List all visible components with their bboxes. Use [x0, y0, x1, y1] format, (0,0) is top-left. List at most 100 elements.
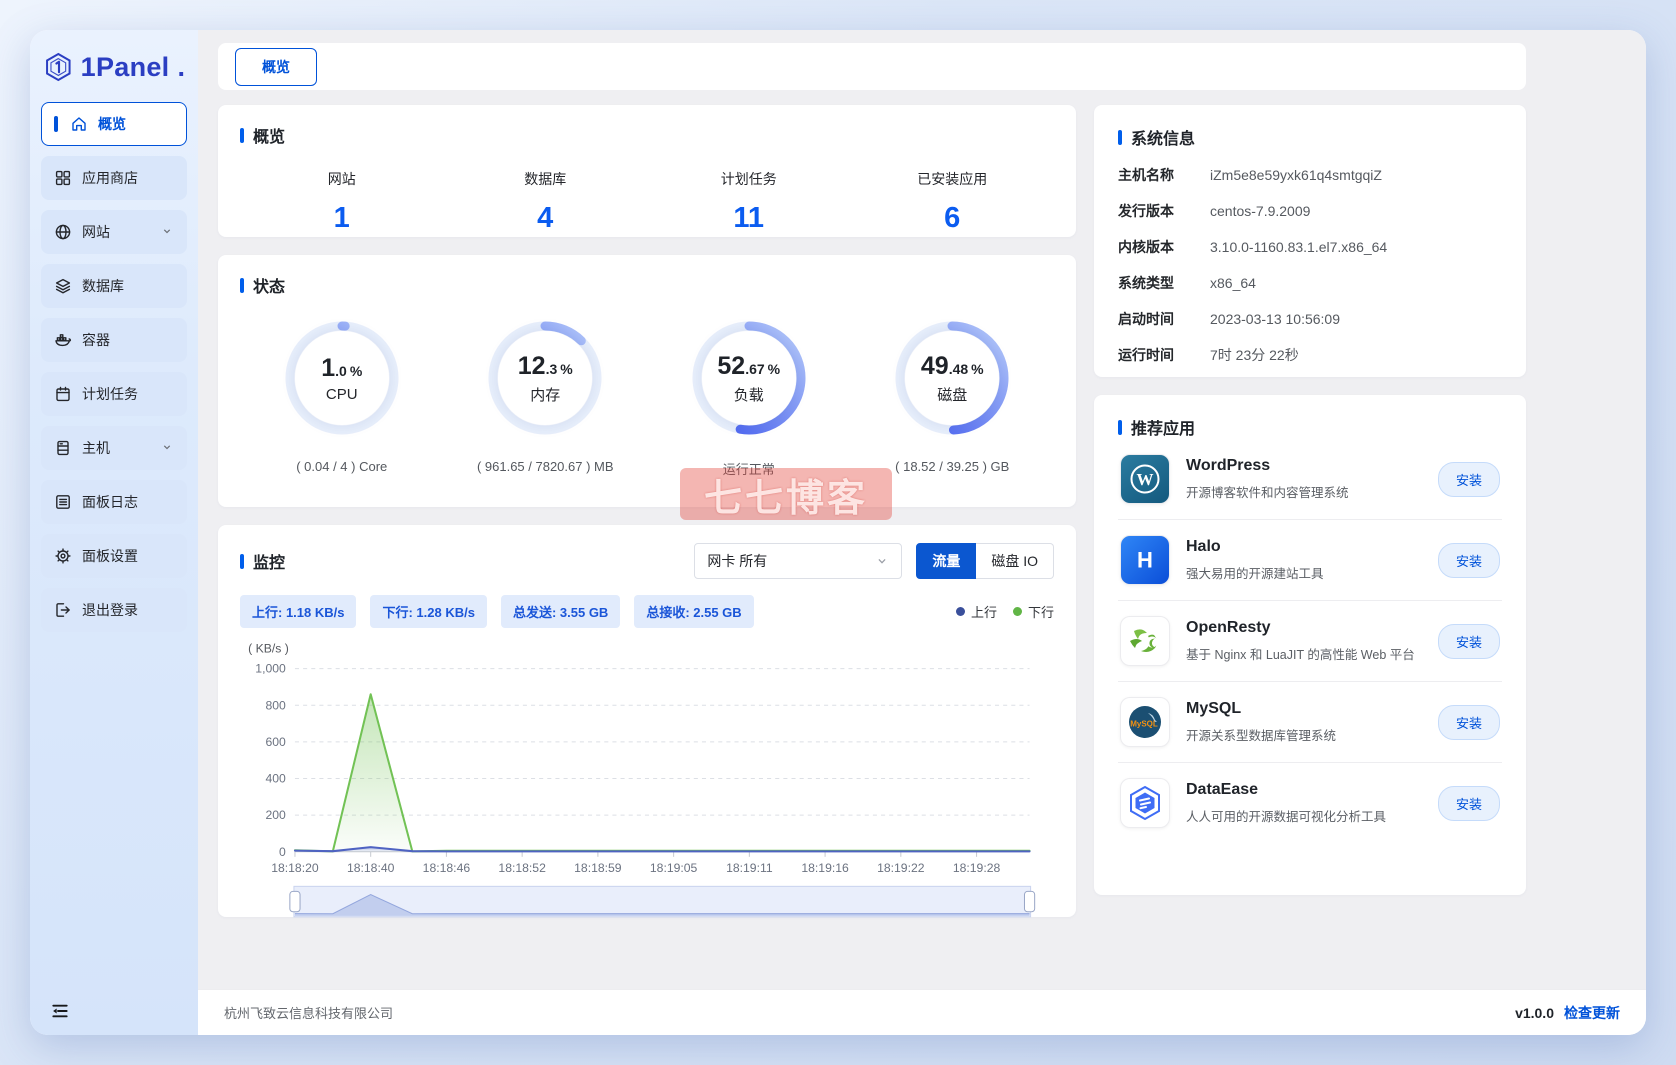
stat-value[interactable]: 6: [851, 202, 1055, 235]
stat-value[interactable]: 4: [444, 202, 648, 235]
traffic-chart[interactable]: ( KB/s ) 0 200 400 600 800 1,000 18:18:20 18:18:…: [240, 634, 1054, 930]
home-icon: [70, 115, 88, 133]
sidebar-item-panel-log[interactable]: 面板日志: [41, 480, 187, 524]
chevron-down-icon: [160, 224, 174, 241]
sidebar-item-panel-settings[interactable]: 面板设置: [41, 534, 187, 578]
brand-name: 1Panel: [80, 51, 170, 82]
traffic-tags: 上行: 1.18 KB/s 下行: 1.28 KB/s 总发送: 3.55 GB…: [240, 595, 1054, 628]
wordpress-icon: W: [1120, 454, 1170, 504]
footer: 杭州飞致云信息科技有限公司 v1.0.0 检查更新: [198, 989, 1646, 1035]
tabbar: 概览: [218, 43, 1526, 90]
section-bar: [240, 553, 244, 569]
load-gauge: 52.67% 负载 运行正常: [647, 313, 851, 478]
system-info-card: 系统信息 主机名称 iZm5e8e59yxk61q4smtgqiZ 发行版本 c…: [1094, 105, 1526, 377]
sidebar-item-appstore[interactable]: 应用商店: [41, 156, 187, 200]
status-card: 状态 1.0 % CPU (0.04 / 4) Core 12.3 % 内存…: [218, 255, 1076, 507]
appstore-icon: [54, 169, 72, 187]
app-row-mysql: MySQL MySQL 开源关系型数据库管理系统 安装: [1118, 682, 1502, 763]
monitor-card: 监控 网卡 所有 流量 磁盘 IO 上行: 1.18 KB/s 下行: 1.28…: [218, 525, 1076, 918]
svg-text:800: 800: [265, 698, 286, 712]
app-row-openresty: OpenResty 基于 Nginx 和 LuaJIT 的高性能 Web 平台 …: [1118, 601, 1502, 682]
svg-text:18:18:52: 18:18:52: [498, 861, 546, 875]
disk-io-button[interactable]: 磁盘 IO: [976, 543, 1054, 579]
chevron-down-icon: [878, 559, 886, 564]
info-row-release: 发行版本 centos-7.9.2009: [1118, 203, 1311, 219]
sidebar-item-host[interactable]: 主机: [41, 426, 187, 470]
check-update-link[interactable]: 检查更新: [1564, 1003, 1620, 1023]
overview-stats: 网站 1 数据库 4 计划任务 11 已安装应用 6: [240, 169, 1054, 235]
section-bar: [1118, 129, 1122, 145]
status-gauges: 1.0% CPU ( 0.04 / 4 ) Core 12.3 % 内存 (9…: [240, 313, 1054, 478]
svg-text:18:19:28: 18:19:28: [953, 861, 1001, 875]
sidebar-item-cronjob[interactable]: 计划任务: [41, 372, 187, 416]
traffic-button[interactable]: 流量: [916, 543, 977, 579]
logout-icon: [54, 601, 72, 619]
svg-text:18:19:16: 18:19:16: [801, 861, 849, 875]
stat-value[interactable]: 11: [647, 202, 851, 235]
up-rate-tag: 上行: 1.18 KB/s: [240, 595, 357, 628]
install-mysql-button[interactable]: 安装: [1437, 704, 1500, 740]
monitor-title: 监控: [240, 549, 285, 573]
svg-text:400: 400: [265, 772, 286, 786]
tabbar-wrap: 概览: [198, 30, 1646, 90]
install-wordpress-button[interactable]: 安装: [1437, 461, 1500, 497]
svg-text:1,000: 1,000: [255, 662, 286, 676]
sidebar-item-logout[interactable]: 退出登录: [41, 588, 187, 632]
system-info-title: 系统信息: [1118, 125, 1502, 149]
log-icon: [54, 493, 72, 511]
dataease-icon: [1120, 778, 1170, 828]
logo: 1Panel.: [41, 44, 187, 102]
cpu-detail: ( 0.04 / 4 ) Core: [296, 459, 388, 474]
active-indicator-bar: [54, 116, 58, 132]
sidebar-item-overview[interactable]: 概览: [41, 102, 187, 146]
sidebar: 1Panel. 概览 应用商店 网站 数据库 容器 计划任务 主机 面板日志 面…: [30, 30, 198, 1035]
stat-installed-apps: 已安装应用 6: [851, 169, 1055, 235]
status-title: 状态: [240, 273, 1054, 297]
section-bar: [240, 277, 244, 293]
section-bar: [240, 127, 244, 143]
sidebar-item-container[interactable]: 容器: [41, 318, 187, 362]
info-row-arch: 系统类型 x86_64: [1118, 275, 1256, 291]
install-halo-button[interactable]: 安装: [1437, 542, 1500, 578]
svg-text:18:18:40: 18:18:40: [347, 861, 395, 875]
svg-text:( KB/s ): ( KB/s ): [248, 641, 289, 655]
nic-select[interactable]: 网卡 所有: [694, 543, 903, 579]
svg-text:18:18:46: 18:18:46: [423, 861, 471, 875]
install-dataease-button[interactable]: 安装: [1437, 785, 1500, 821]
svg-text:200: 200: [265, 808, 286, 822]
svg-text:W: W: [1137, 470, 1154, 489]
app-row-wordpress: W WordPress 开源博客软件和内容管理系统 安装: [1118, 439, 1502, 520]
sidebar-footer: [41, 987, 187, 1035]
svg-text:18:19:22: 18:19:22: [877, 861, 925, 875]
section-bar: [1118, 419, 1122, 435]
company-name: 杭州飞致云信息科技有限公司: [224, 1006, 394, 1021]
sidebar-item-database[interactable]: 数据库: [41, 264, 187, 308]
svg-text:18:19:11: 18:19:11: [726, 861, 773, 875]
content: 概览 网站 1 数据库 4 计划任务 11 已安装应用 6 状态 1.0 % C…: [198, 90, 1646, 989]
overview-card: 概览 网站 1 数据库 4 计划任务 11 已安装应用 6: [218, 105, 1076, 237]
stat-value[interactable]: 1: [240, 202, 444, 235]
chevron-down-icon: [160, 440, 174, 457]
collapse-icon: [52, 1004, 68, 1018]
svg-text:H: H: [1137, 548, 1153, 573]
mysql-icon: MySQL: [1120, 697, 1170, 747]
total-sent-tag: 总发送: 3.55 GB: [500, 595, 621, 628]
version-label: v1.0.0: [1515, 1004, 1554, 1021]
legend-up-dot: [955, 607, 965, 616]
stat-databases: 数据库 4: [444, 169, 648, 235]
cpu-gauge: 1.0% CPU ( 0.04 / 4 ) Core: [240, 313, 444, 478]
app-row-halo: H Halo 强大易用的开源建站工具 安装: [1118, 520, 1502, 601]
legend-up[interactable]: 上行: [955, 602, 997, 621]
svg-text:18:18:20: 18:18:20: [271, 861, 319, 875]
sidebar-item-website[interactable]: 网站: [41, 210, 187, 254]
legend-down-dot: [1012, 607, 1022, 616]
svg-text:MySQL: MySQL: [1130, 720, 1158, 729]
install-openresty-button[interactable]: 安装: [1437, 623, 1500, 659]
stat-cronjobs: 计划任务 11: [647, 169, 851, 235]
collapse-sidebar-button[interactable]: [47, 998, 73, 1024]
memory-gauge: 12.3% 内存 ( 961.65 / 7820.67 ) MB: [444, 313, 648, 478]
monitor-header: 监控 网卡 所有 流量 磁盘 IO: [240, 543, 1054, 579]
info-row-hostname: 主机名称 iZm5e8e59yxk61q4smtgqiZ: [1118, 167, 1382, 183]
tab-overview[interactable]: 概览: [235, 47, 317, 86]
legend-down[interactable]: 下行: [1012, 602, 1054, 621]
